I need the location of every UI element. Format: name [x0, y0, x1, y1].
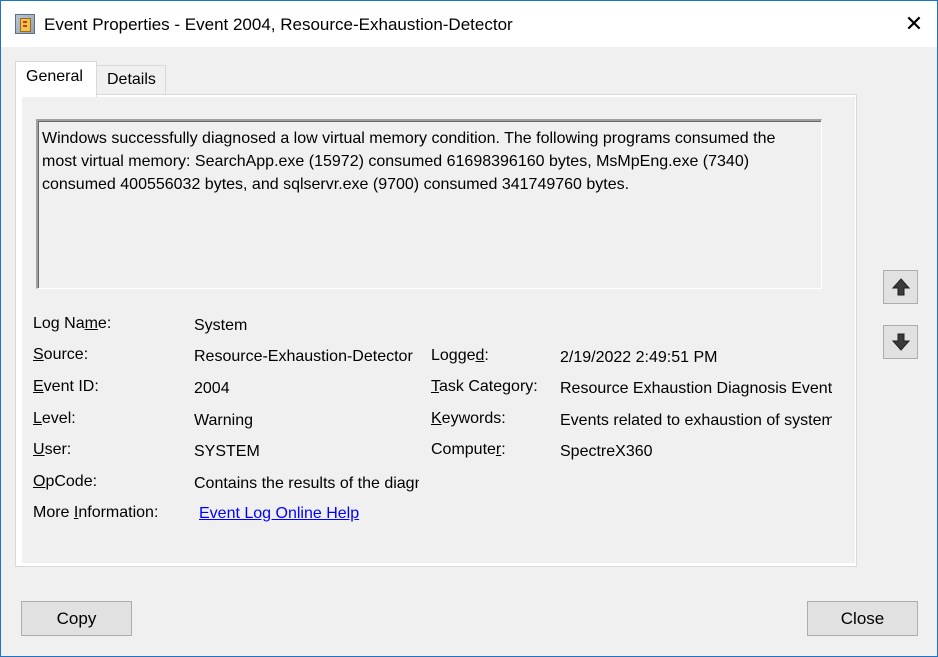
level-value[interactable]: Warning	[194, 412, 253, 430]
next-event-button[interactable]	[883, 325, 918, 359]
window-title: Event Properties - Event 2004, Resource-…	[44, 15, 513, 34]
opcode-value[interactable]: Contains the results of the diagnosis.	[194, 475, 419, 493]
more-info-label: More Information:	[33, 504, 159, 521]
close-window-icon[interactable]: ✕	[891, 1, 937, 47]
source-label: Source:	[33, 346, 89, 363]
log-name-label: Log Name:	[33, 315, 112, 332]
level-label: Level:	[33, 410, 76, 427]
task-category-value[interactable]: Resource Exhaustion Diagnosis Events	[560, 380, 832, 398]
user-label: User:	[33, 441, 72, 458]
event-id-label: Event ID:	[33, 378, 99, 395]
log-name-value[interactable]: System	[194, 317, 247, 335]
logged-label: Logged:	[431, 347, 489, 364]
copy-button-label: Copy	[56, 608, 97, 628]
tab-details[interactable]: Details	[96, 65, 166, 94]
tab-general[interactable]: General	[15, 61, 97, 97]
event-description-box[interactable]: Windows successfully diagnosed a low vir…	[36, 119, 822, 289]
event-id-value[interactable]: 2004	[194, 380, 230, 398]
previous-event-button[interactable]	[883, 270, 918, 304]
keywords-value[interactable]: Events related to exhaustion of system c…	[560, 412, 832, 430]
keywords-label: Keywords:	[431, 410, 506, 427]
logged-value[interactable]: 2/19/2022 2:49:51 PM	[560, 349, 717, 367]
opcode-label: OpCode:	[33, 473, 98, 490]
task-category-label: Task Category:	[431, 378, 538, 395]
title-bar: Event Properties - Event 2004, Resource-…	[1, 1, 937, 47]
close-button-label: Close	[840, 608, 885, 628]
computer-label: Computer:	[431, 441, 506, 458]
computer-value[interactable]: SpectreX360	[560, 443, 653, 461]
event-properties-window: Event Properties - Event 2004, Resource-…	[0, 0, 938, 657]
arrow-down-icon	[891, 333, 910, 351]
arrow-up-icon	[891, 278, 910, 296]
source-value[interactable]: Resource-Exhaustion-Detector	[194, 348, 419, 366]
user-value[interactable]: SYSTEM	[194, 443, 260, 461]
close-button[interactable]: Close	[807, 601, 918, 636]
event-log-online-help-link[interactable]: Event Log Online Help	[199, 505, 359, 523]
event-viewer-app-icon	[15, 14, 35, 34]
copy-button[interactable]: Copy	[21, 601, 132, 636]
